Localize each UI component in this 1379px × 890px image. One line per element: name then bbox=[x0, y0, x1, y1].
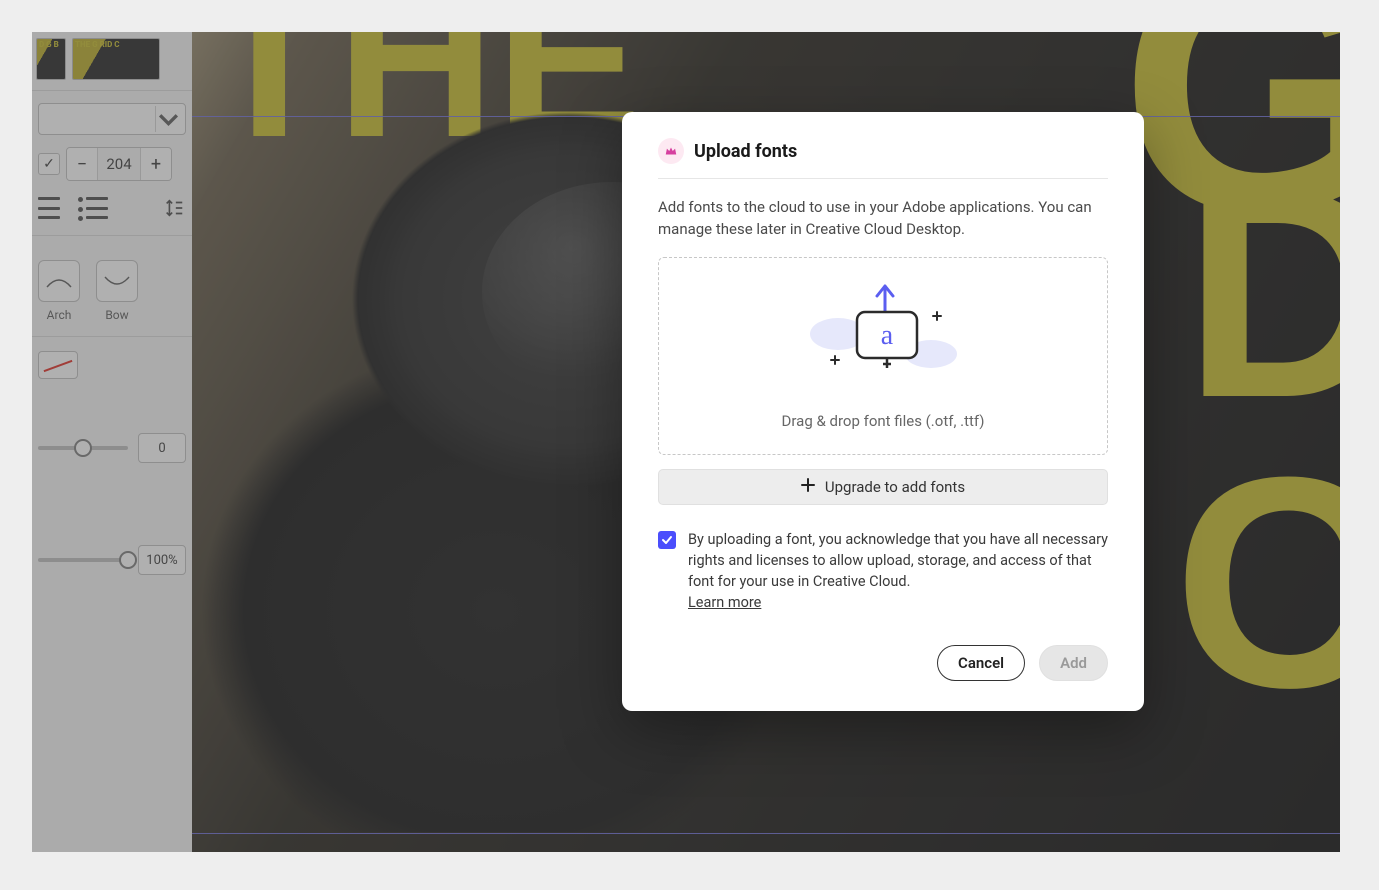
increase-button[interactable]: + bbox=[141, 148, 171, 180]
dialog-description: Add fonts to the cloud to use in your Ad… bbox=[658, 197, 1108, 241]
slider-thumb[interactable] bbox=[119, 551, 137, 569]
format-toggle[interactable] bbox=[38, 153, 60, 175]
plus-icon bbox=[801, 478, 815, 496]
acknowledge-checkbox[interactable] bbox=[658, 531, 676, 549]
properties-panel: D G B THE G RID C − 204 + bbox=[32, 32, 192, 852]
dialog-title: Upload fonts bbox=[694, 141, 797, 162]
chevron-down-icon bbox=[155, 106, 181, 132]
thumbnail[interactable]: D G B bbox=[36, 38, 66, 80]
upgrade-button[interactable]: Upgrade to add fonts bbox=[658, 469, 1108, 505]
canvas-guide bbox=[32, 833, 1340, 834]
slider-thumb[interactable] bbox=[74, 439, 92, 457]
decrease-button[interactable]: − bbox=[67, 148, 97, 180]
upload-illustration: a bbox=[803, 282, 963, 392]
shape-label: Bow bbox=[105, 308, 128, 322]
text-shape-arch[interactable] bbox=[38, 260, 80, 302]
art-text: D bbox=[1183, 172, 1340, 412]
font-family-select[interactable] bbox=[38, 103, 186, 135]
thumbnail[interactable]: THE G RID C bbox=[72, 38, 160, 80]
editor-stage: THE G D C D G B THE G RID C bbox=[32, 32, 1340, 852]
cancel-button[interactable]: Cancel bbox=[937, 645, 1025, 681]
upload-fonts-dialog: Upload fonts Add fonts to the cloud to u… bbox=[622, 112, 1144, 711]
text-shape-bow[interactable] bbox=[96, 260, 138, 302]
art-text: C bbox=[1173, 462, 1340, 702]
add-button[interactable]: Add bbox=[1039, 645, 1108, 681]
premium-crown-icon bbox=[658, 138, 684, 164]
opacity-slider[interactable] bbox=[38, 558, 128, 562]
acknowledge-text: By uploading a font, you acknowledge tha… bbox=[688, 529, 1108, 613]
align-list-icon[interactable] bbox=[38, 197, 60, 219]
acknowledge-body: By uploading a font, you acknowledge tha… bbox=[688, 531, 1108, 590]
letter-spacing-slider[interactable] bbox=[38, 446, 128, 450]
dropzone-hint: Drag & drop font files (.otf, .ttf) bbox=[782, 412, 985, 430]
thumbnail-label: D G B bbox=[39, 41, 59, 49]
learn-more-link[interactable]: Learn more bbox=[688, 594, 761, 611]
fill-none-swatch[interactable] bbox=[38, 351, 78, 379]
bullet-list-icon[interactable] bbox=[86, 197, 108, 219]
font-size-stepper[interactable]: − 204 + bbox=[66, 147, 172, 181]
upgrade-button-label: Upgrade to add fonts bbox=[825, 478, 965, 496]
opacity-value[interactable]: 100% bbox=[138, 545, 186, 575]
svg-text:a: a bbox=[881, 320, 894, 351]
line-spacing-icon[interactable] bbox=[162, 197, 186, 219]
letter-spacing-value[interactable]: 0 bbox=[138, 433, 186, 463]
font-size-value[interactable]: 204 bbox=[97, 148, 141, 180]
thumbnail-label: THE G RID C bbox=[75, 41, 120, 49]
shape-label: Arch bbox=[47, 308, 72, 322]
font-dropzone[interactable]: a Drag & drop font files (.otf, .ttf) bbox=[658, 257, 1108, 455]
page-thumbnails[interactable]: D G B THE G RID C bbox=[32, 32, 192, 91]
